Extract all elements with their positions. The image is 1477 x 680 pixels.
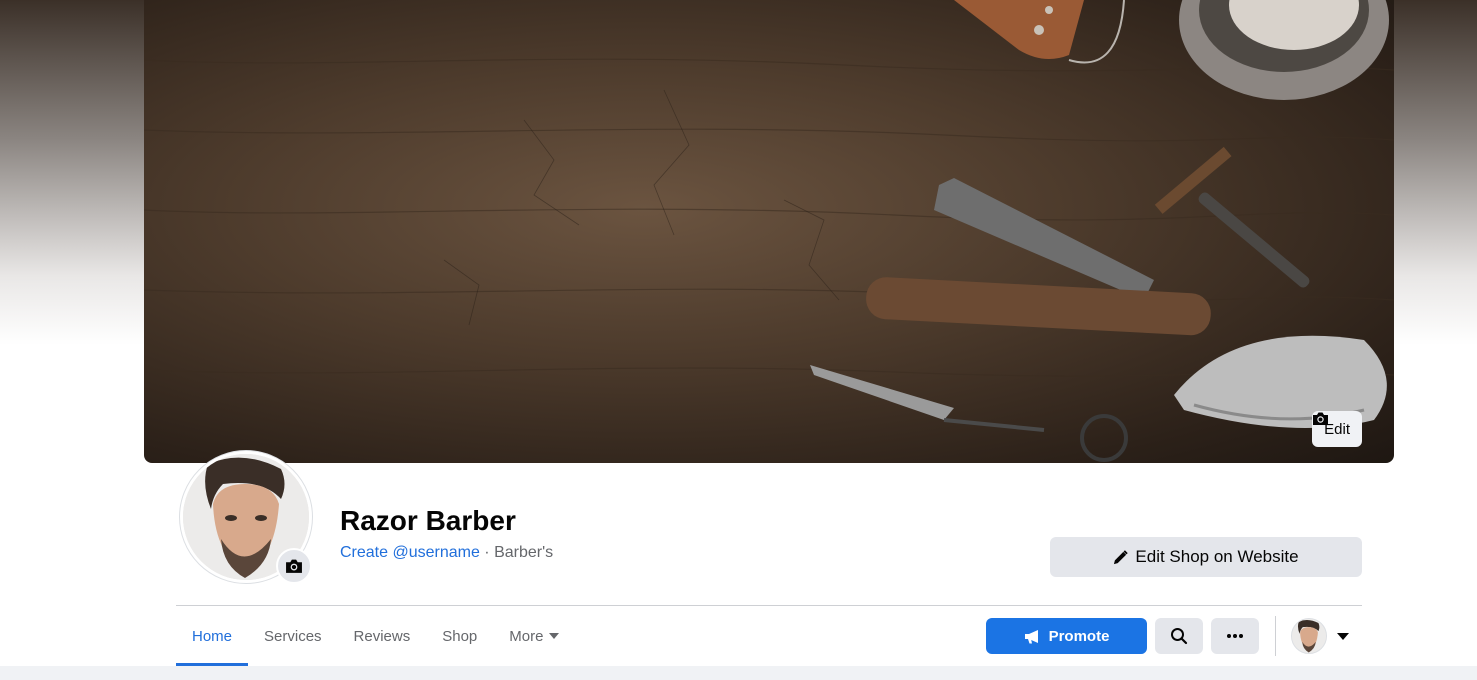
camera-icon bbox=[286, 559, 302, 573]
more-options-button[interactable] bbox=[1211, 618, 1259, 654]
edit-shop-label: Edit Shop on Website bbox=[1135, 547, 1299, 566]
avatar bbox=[1291, 618, 1327, 654]
tab-label: More bbox=[509, 627, 544, 645]
avatar-image bbox=[1292, 619, 1326, 653]
page-title: Razor Barber bbox=[340, 505, 516, 536]
caret-down-icon bbox=[1337, 632, 1349, 640]
search-icon bbox=[1171, 628, 1188, 645]
create-username-link[interactable]: Create @username bbox=[340, 544, 480, 561]
profile-switcher[interactable] bbox=[1291, 618, 1349, 654]
content-background bbox=[0, 666, 1477, 680]
edit-profile-picture-button[interactable] bbox=[276, 548, 312, 584]
action-divider bbox=[1275, 616, 1276, 656]
tab-more[interactable]: More bbox=[493, 606, 575, 666]
pencil-icon bbox=[1114, 549, 1129, 564]
tab-services[interactable]: Services bbox=[248, 606, 338, 666]
page-category: Barber's bbox=[494, 544, 554, 561]
megaphone-icon bbox=[1024, 629, 1038, 643]
tab-label: Services bbox=[264, 627, 322, 645]
cover-illustration bbox=[144, 0, 1394, 462]
tab-label: Reviews bbox=[353, 627, 411, 645]
page-tabs: Home Services Reviews Shop More bbox=[176, 606, 575, 666]
tab-shop[interactable]: Shop bbox=[426, 606, 493, 666]
page-subline: Create @username · Barber's bbox=[340, 544, 553, 562]
tab-reviews[interactable]: Reviews bbox=[338, 606, 427, 666]
camera-icon bbox=[1313, 412, 1329, 425]
promote-button[interactable]: Promote bbox=[986, 618, 1147, 654]
promote-label: Promote bbox=[1048, 627, 1110, 645]
caret-down-icon bbox=[549, 633, 560, 639]
tab-label: Shop bbox=[442, 627, 478, 645]
tab-label: Home bbox=[192, 627, 233, 645]
ellipsis-icon bbox=[1227, 634, 1243, 638]
cover-photo[interactable]: Edit bbox=[144, 0, 1394, 463]
search-button[interactable] bbox=[1155, 618, 1203, 654]
edit-cover-button[interactable]: Edit bbox=[1312, 411, 1362, 447]
subline-separator: · bbox=[479, 544, 495, 561]
tab-home[interactable]: Home bbox=[176, 606, 249, 666]
edit-shop-button[interactable]: Edit Shop on Website bbox=[1050, 537, 1362, 577]
